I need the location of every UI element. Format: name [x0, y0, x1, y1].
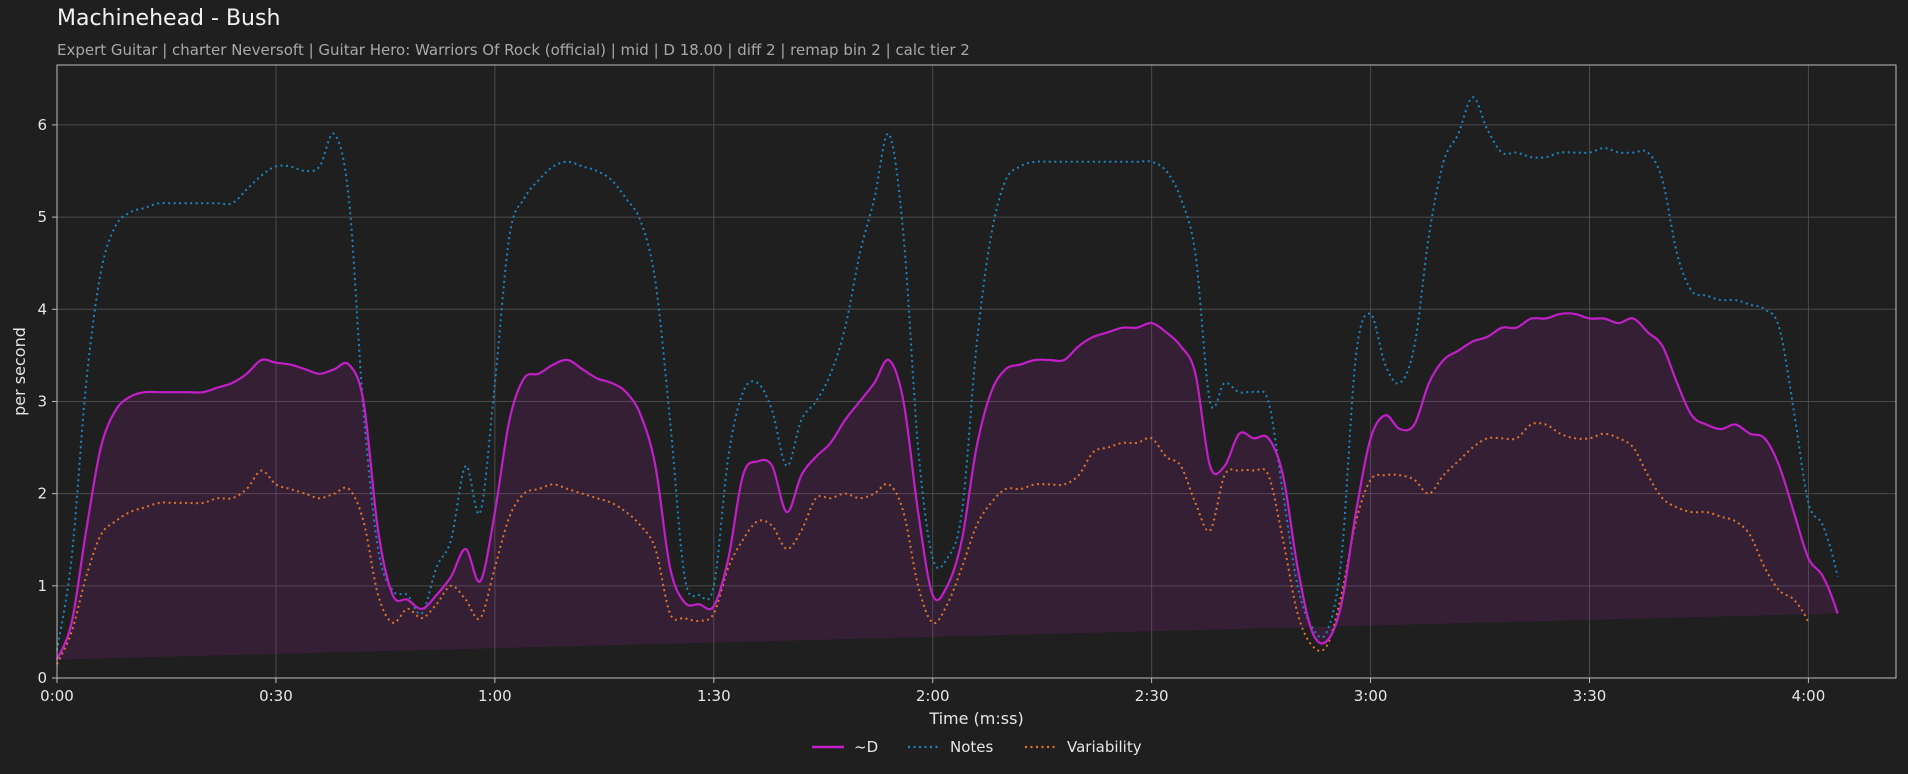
- x-axis-label: Time (m:ss): [928, 709, 1023, 728]
- x-tick-label: 0:00: [40, 687, 74, 705]
- series-area-d: [57, 313, 1838, 660]
- y-tick-label: 2: [37, 485, 47, 503]
- legend-label-notes: Notes: [950, 738, 994, 756]
- legend-label-variability: Variability: [1067, 738, 1142, 756]
- x-tick-label: 0:30: [259, 687, 293, 705]
- area-fill: [57, 313, 1838, 660]
- chart: 0:00 0:30 1:00 1:30 2:00 2:30 3:00 3:30 4:00 0 1 2 3…: [10, 64, 1897, 756]
- y-axis-label: per second: [10, 327, 29, 416]
- legend: ~D Notes Variability: [812, 738, 1142, 756]
- y-tick-label: 5: [37, 208, 47, 226]
- y-tick-label: 1: [37, 577, 47, 595]
- legend-label-d: ~D: [854, 738, 878, 756]
- y-tick-label: 3: [37, 392, 47, 410]
- x-tick-label: 2:00: [916, 687, 950, 705]
- x-tick-label: 1:30: [697, 687, 731, 705]
- x-tick-label: 2:30: [1135, 687, 1169, 705]
- y-tick-label: 0: [37, 669, 47, 687]
- y-tick-label: 4: [37, 300, 47, 318]
- x-tick-label: 1:00: [478, 687, 512, 705]
- x-tick-label: 3:00: [1354, 687, 1388, 705]
- x-tick-label: 3:30: [1573, 687, 1607, 705]
- y-tick-label: 6: [37, 116, 47, 134]
- x-tick-label: 4:00: [1792, 687, 1826, 705]
